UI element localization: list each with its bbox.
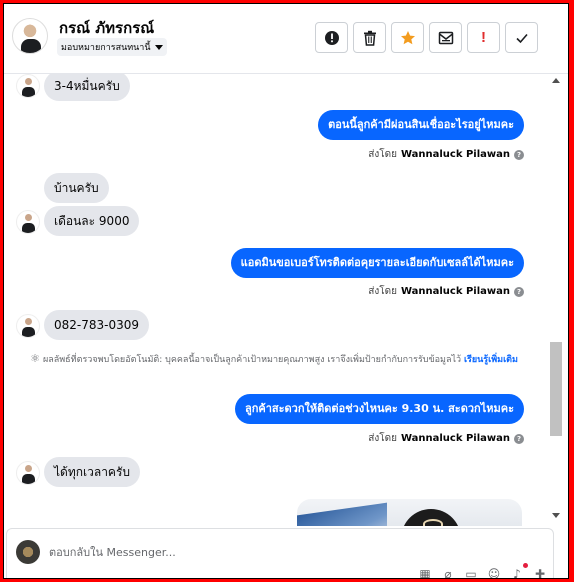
sent-by-label: ส่งโดย — [368, 149, 397, 160]
sent-by-line: ส่งโดย Wannaluck Pilawan ? — [368, 431, 524, 446]
image-attachment[interactable] — [297, 499, 522, 526]
sent-by-line: ส่งโดย Wannaluck Pilawan ? — [368, 284, 524, 299]
sender-name: Wannaluck Pilawan — [400, 433, 510, 444]
conversation-header: กรณ์ ภัทรกรณ์ มอบหมายการสนทนานี้ ! — [4, 4, 568, 74]
assign-label: มอบหมายการสนทนานี้ — [61, 43, 151, 53]
incoming-message: เดือนละ 9000 — [44, 206, 140, 236]
incoming-message: ได้ทุกเวลาครับ — [44, 457, 141, 487]
contact-avatar-small — [16, 461, 40, 485]
emoji-icon[interactable]: ☺ — [487, 567, 501, 578]
composer-toolbar: ▦ ⌀ ▭ ☺ ♪ ✚ — [418, 563, 547, 578]
attachment-icon[interactable]: ⌀ — [441, 567, 455, 578]
incoming-message: บ้านครับ — [44, 173, 109, 203]
reply-composer: ▦ ⌀ ▭ ☺ ♪ ✚ — [6, 528, 554, 578]
scroll-down-arrow[interactable] — [552, 513, 560, 518]
star-icon — [400, 30, 415, 44]
notification-dot — [523, 563, 528, 568]
help-icon[interactable]: ? — [514, 433, 524, 444]
outgoing-message: ตอนนี้ลูกค้ามีผ่อนสินเชื่ออะไรอยู่ไหมคะ — [318, 110, 524, 140]
building-photo — [297, 502, 387, 526]
outgoing-message: แอดมินขอเบอร์โทรติดต่อคุยรายละเอียดกับเซ… — [230, 248, 524, 278]
alert-circle-icon — [324, 30, 339, 45]
outgoing-message: ลูกค้าสะดวกให้ติดต่อช่วงไหนคะ 9.30 น. สะ… — [234, 394, 524, 424]
trash-icon — [363, 30, 376, 46]
scroll-up-arrow[interactable] — [552, 78, 560, 83]
microphone-icon[interactable]: ♪ — [510, 563, 528, 578]
sender-name: Wannaluck Pilawan — [400, 149, 510, 160]
contact-avatar-small — [16, 210, 40, 234]
reply-input[interactable] — [49, 543, 349, 561]
check-icon — [515, 33, 528, 43]
contact-name[interactable]: กรณ์ ภัทรกรณ์ — [59, 16, 154, 40]
mark-spam-button[interactable] — [315, 22, 348, 53]
header-toolbar: ! — [315, 22, 538, 53]
shop-icon[interactable]: ▦ — [418, 567, 432, 578]
delete-button[interactable] — [353, 22, 386, 53]
auto-detection-notice: ⚛ ผลลัพธ์ที่ตรวจพบโดยอัตโนมัติ: บุคคลนี้อ… — [26, 352, 522, 367]
mark-done-button[interactable] — [505, 22, 538, 53]
like-icon[interactable]: ✚ — [533, 567, 547, 578]
incoming-message: 082-783-0309 — [44, 310, 150, 340]
sent-by-label: ส่งโดย — [368, 433, 397, 444]
star-button[interactable] — [391, 22, 424, 53]
help-icon[interactable]: ? — [514, 286, 524, 297]
notice-text: บุคคลนี้อาจเป็นลูกค้าเป้าหมายคุณภาพสูง เ… — [165, 355, 462, 365]
mark-unread-button[interactable] — [429, 22, 462, 53]
mail-icon — [438, 31, 453, 44]
scrollbar[interactable] — [550, 74, 562, 526]
sender-name: Wannaluck Pilawan — [400, 286, 510, 297]
assign-conversation-dropdown[interactable]: มอบหมายการสนทนานี้ — [57, 38, 167, 56]
messenger-window: กรณ์ ภัทรกรณ์ มอบหมายการสนทนานี้ ! 3-4หม… — [3, 3, 569, 579]
sent-by-label: ส่งโดย — [368, 286, 397, 297]
message-thread[interactable]: 3-4หมื่นครับ ตอนนี้ลูกค้ามีผ่อนสินเชื่ออ… — [4, 74, 550, 526]
incoming-message: 3-4หมื่นครับ — [44, 74, 130, 101]
exclamation-icon: ! — [481, 29, 486, 46]
help-icon[interactable]: ? — [514, 149, 524, 160]
follow-up-button[interactable]: ! — [467, 22, 500, 53]
contact-avatar-small — [16, 74, 40, 98]
contact-avatar[interactable] — [12, 18, 48, 54]
contact-avatar-small — [16, 314, 40, 338]
chevron-down-icon — [154, 44, 163, 50]
page-avatar — [16, 540, 40, 564]
gif-icon[interactable]: ▭ — [464, 567, 478, 578]
learn-more-link[interactable]: เรียนรู้เพิ่มเติม — [464, 355, 518, 365]
brand-logo — [401, 509, 461, 526]
notice-label: ผลลัพธ์ที่ตรวจพบโดยอัตโนมัติ: — [42, 355, 163, 365]
sent-by-line: ส่งโดย Wannaluck Pilawan ? — [368, 147, 524, 162]
scroll-thumb[interactable] — [550, 342, 562, 436]
atom-icon: ⚛ — [30, 352, 40, 365]
